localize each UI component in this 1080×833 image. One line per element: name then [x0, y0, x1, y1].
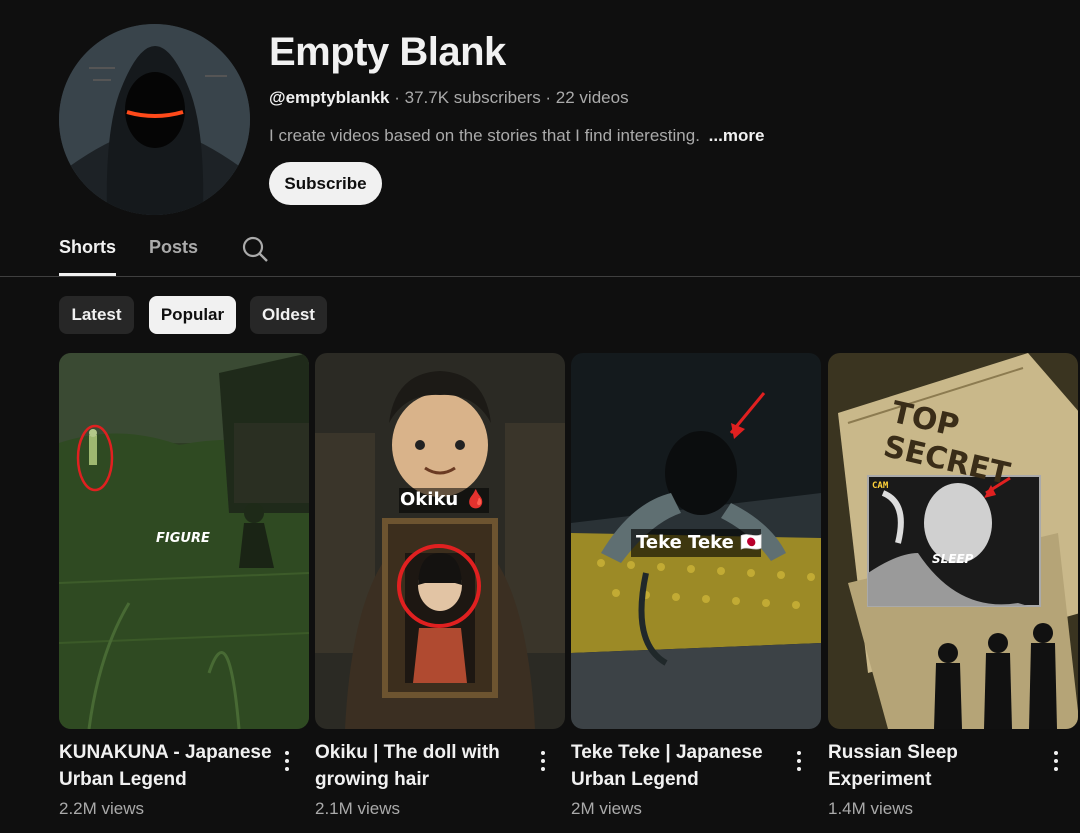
thumbnail-overlay-text: Teke Teke 🇯🇵: [636, 532, 763, 553]
thumbnail-overlay-text: SLEEP: [932, 552, 974, 566]
chip-popular[interactable]: Popular: [149, 296, 236, 334]
channel-description[interactable]: I create videos based on the stories tha…: [269, 126, 764, 146]
more-link[interactable]: ...more: [709, 126, 765, 145]
thumbnail-overlay-text: FIGURE: [156, 531, 210, 546]
video-title[interactable]: Okiku | The doll with growing hair: [315, 739, 530, 793]
channel-tabs: Shorts Posts: [0, 232, 1080, 277]
more-options-icon[interactable]: [1052, 751, 1060, 775]
channel-handle[interactable]: @emptyblankk: [269, 88, 390, 107]
chip-oldest[interactable]: Oldest: [250, 296, 327, 334]
search-icon[interactable]: [240, 234, 270, 264]
more-options-icon[interactable]: [539, 751, 547, 775]
video-thumbnail[interactable]: FIGURE: [59, 353, 309, 729]
more-options-icon[interactable]: [283, 751, 291, 775]
cam-label: CAM: [872, 481, 889, 491]
video-thumbnail[interactable]: TOP SECRET CAM SLEEP: [828, 353, 1078, 729]
description-text: I create videos based on the stories tha…: [269, 126, 700, 145]
channel-header: Empty Blank @emptyblankk · 37.7K subscri…: [0, 0, 1080, 232]
short-card[interactable]: FIGURE KUNAKUNA - Japanese Urban Legend …: [59, 353, 309, 833]
video-thumbnail[interactable]: Okiku 🩸: [315, 353, 565, 729]
thumbnail-overlay-text: Okiku 🩸: [400, 489, 487, 510]
subscribe-button[interactable]: Subscribe: [269, 162, 382, 205]
video-thumbnail[interactable]: Teke Teke 🇯🇵: [571, 353, 821, 729]
video-title[interactable]: Teke Teke | Japanese Urban Legend: [571, 739, 786, 793]
chip-latest[interactable]: Latest: [59, 296, 134, 334]
video-views: 2.2M views: [59, 799, 145, 818]
video-views: 1.4M views: [828, 799, 914, 818]
channel-meta: @emptyblankk · 37.7K subscribers · 22 vi…: [269, 88, 629, 108]
channel-name: Empty Blank: [269, 30, 506, 74]
tab-posts[interactable]: Posts: [149, 237, 198, 258]
short-card[interactable]: Okiku 🩸 Okiku | The doll with growing ha…: [315, 353, 565, 833]
channel-stats: · 37.7K subscribers · 22 videos: [389, 88, 629, 107]
video-views: 2.1M views: [315, 799, 401, 818]
video-title[interactable]: Russian Sleep Experiment: [828, 739, 1043, 793]
tab-shorts[interactable]: Shorts: [59, 237, 117, 276]
short-card[interactable]: TOP SECRET CAM SLEEP Russian Sleep Exper…: [828, 353, 1078, 833]
short-card[interactable]: Teke Teke 🇯🇵 Teke Teke | Japanese Urban …: [571, 353, 821, 833]
channel-avatar[interactable]: [59, 24, 250, 215]
video-title[interactable]: KUNAKUNA - Japanese Urban Legend: [59, 739, 274, 793]
more-options-icon[interactable]: [795, 751, 803, 775]
video-views: 2M views: [571, 799, 642, 818]
